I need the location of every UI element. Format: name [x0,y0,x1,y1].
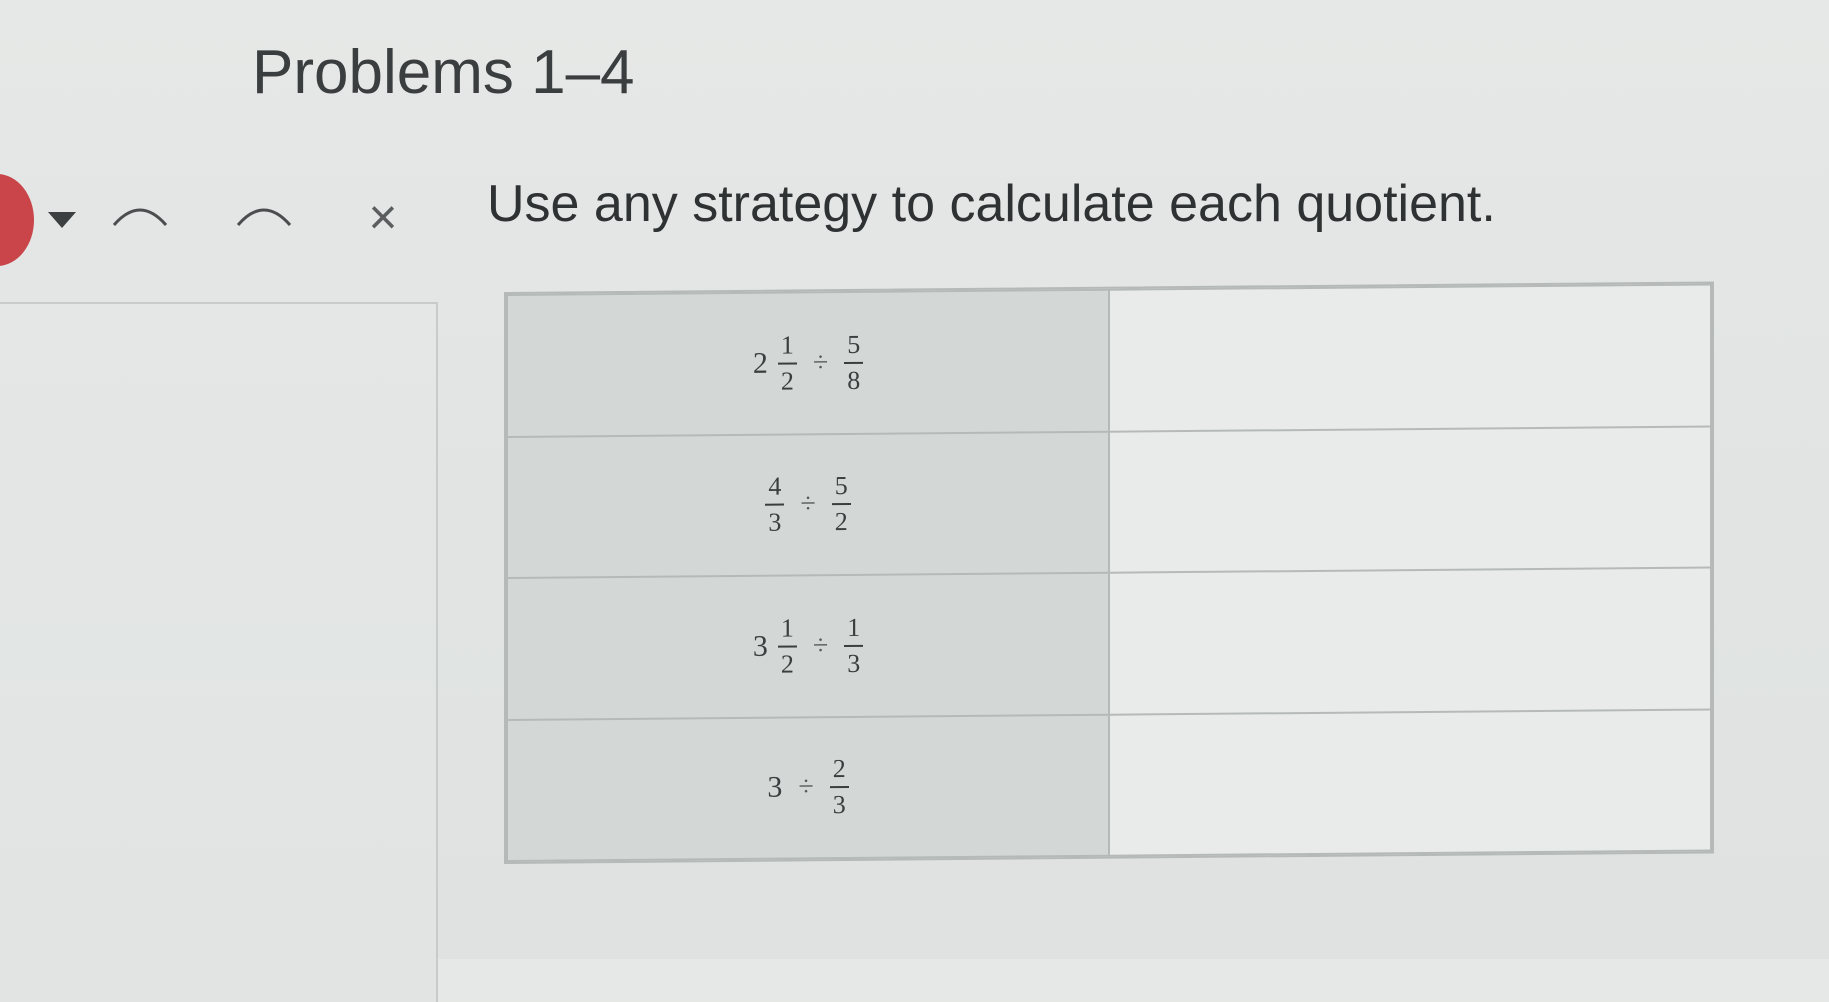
fraction: 4 3 [765,472,785,537]
drawing-toolbar: × [0,168,460,268]
close-icon[interactable]: × [360,192,406,242]
table-row: 3 1 2 ÷ 1 3 [507,567,1711,720]
table-row: 3 ÷ 2 3 [507,708,1711,861]
fraction: 1 2 [777,613,797,678]
fraction: 5 2 [831,471,851,536]
arc-tool-icon[interactable] [110,196,170,232]
problems-table: 2 1 2 ÷ 5 8 4 3 ÷ 5 2 3 1 2 ÷ 1 3 3 ÷ 2 … [504,281,1714,864]
divide-sign: ÷ [812,629,829,662]
expression-cell-3: 3 1 2 ÷ 1 3 [507,572,1109,720]
expression: 3 ÷ 2 3 [767,754,849,819]
answer-cell-1[interactable] [1109,284,1711,432]
answer-cell-4[interactable] [1109,708,1711,856]
answer-cell-2[interactable] [1109,425,1711,573]
fraction: 2 3 [829,754,849,819]
whole-number: 3 [752,629,768,663]
fraction: 1 2 [777,330,797,395]
answer-cell-3[interactable] [1109,567,1711,715]
divide-sign: ÷ [798,771,814,803]
divide-sign: ÷ [812,346,829,379]
expression: 2 1 2 ÷ 5 8 [752,330,864,395]
caret-down-icon[interactable] [44,202,80,238]
whole-number: 3 [767,770,783,804]
page-title: Problems 1–4 [252,38,635,107]
color-indicator[interactable] [0,174,34,266]
divide-sign: ÷ [800,488,816,520]
expression-cell-2: 4 3 ÷ 5 2 [507,431,1109,578]
expression-cell-1: 2 1 2 ÷ 5 8 [507,289,1109,437]
fraction: 1 3 [844,613,864,678]
table-row: 2 1 2 ÷ 5 8 [507,284,1711,437]
whole-number: 2 [752,346,768,380]
fraction: 5 8 [844,330,864,395]
instruction-text: Use any strategy to calculate each quoti… [487,175,1496,233]
arc-tool-icon[interactable] [234,196,294,232]
expression: 3 1 2 ÷ 1 3 [752,613,864,678]
expression-cell-4: 3 ÷ 2 3 [507,714,1109,861]
expression: 4 3 ÷ 5 2 [765,471,851,537]
table-row: 4 3 ÷ 5 2 [507,425,1711,578]
side-panel [0,302,438,1002]
